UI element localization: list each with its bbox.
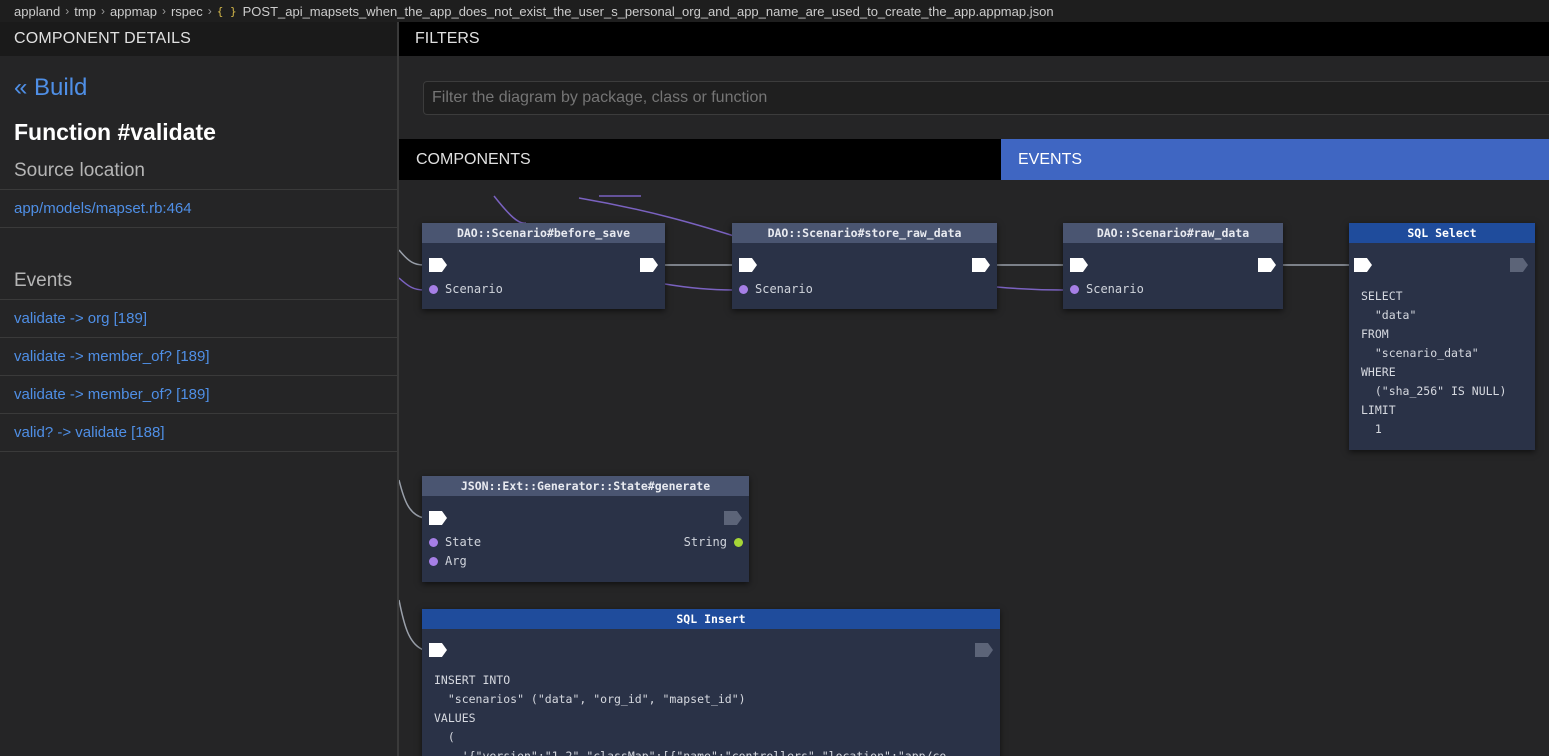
node-title: SQL Insert (422, 609, 1000, 629)
event-item[interactable]: validate -> org [189] (0, 299, 397, 337)
breadcrumb: appland › tmp › appmap › rspec › { } POS… (0, 0, 1549, 22)
node-sql-insert[interactable]: SQL Insert INSERT INTO "scenarios" ("dat… (422, 609, 1000, 756)
node-before-save[interactable]: DAO::Scenario#before_save Scenario (422, 223, 665, 309)
sql-query: INSERT INTO "scenarios" ("data", "org_id… (434, 673, 947, 756)
tab-events[interactable]: EVENTS (1001, 139, 1549, 180)
node-title: SQL Select (1349, 223, 1535, 243)
output-port-icon[interactable] (1510, 258, 1528, 272)
node-store-raw-data[interactable]: DAO::Scenario#store_raw_data Scenario (732, 223, 997, 309)
events-label: Events (14, 270, 73, 291)
breadcrumb-item-rspec[interactable]: rspec (171, 4, 203, 19)
event-item[interactable]: valid? -> validate [188] (0, 413, 397, 452)
chevron-right-icon: › (207, 4, 212, 18)
back-link[interactable]: « Build (14, 74, 397, 102)
breadcrumb-item-tmp[interactable]: tmp (74, 4, 96, 19)
param-row: Scenario (429, 282, 503, 296)
param-dot-icon (429, 556, 438, 566)
node-title: JSON::Ext::Generator::State#generate (422, 476, 749, 496)
source-location-label: Source location (14, 160, 145, 181)
breadcrumb-item-appland[interactable]: appland (14, 4, 60, 19)
param-row: State (429, 535, 481, 549)
node-title: DAO::Scenario#before_save (422, 223, 665, 243)
input-port-icon[interactable] (1070, 258, 1088, 272)
param-dot-icon (429, 284, 438, 294)
json-file-icon: { } (216, 4, 237, 18)
output-port-icon[interactable] (975, 643, 993, 657)
param-dot-icon (1070, 284, 1079, 294)
param-row: Scenario (739, 282, 813, 296)
component-details-panel: COMPONENT DETAILS « Build Function #vali… (0, 22, 399, 756)
node-title: DAO::Scenario#store_raw_data (732, 223, 997, 243)
output-port-icon[interactable] (972, 258, 990, 272)
event-item[interactable]: validate -> member_of? [189] (0, 375, 397, 413)
function-title: Function #validate (14, 119, 216, 145)
filters-header: FILTERS (399, 22, 1549, 56)
output-port-icon[interactable] (640, 258, 658, 272)
param-row: Arg (429, 554, 467, 568)
chevron-right-icon: › (100, 4, 105, 18)
input-port-icon[interactable] (739, 258, 757, 272)
component-details-header: COMPONENT DETAILS (0, 22, 397, 56)
event-item[interactable]: validate -> member_of? [189] (0, 337, 397, 375)
view-tabs: COMPONENTS EVENTS (399, 139, 1549, 180)
output-port-icon[interactable] (724, 511, 742, 525)
return-row: String (684, 535, 743, 549)
input-port-icon[interactable] (429, 643, 447, 657)
node-sql-select[interactable]: SQL Select SELECT "data" FROM "scenario_d… (1349, 223, 1535, 450)
node-raw-data[interactable]: DAO::Scenario#raw_data Scenario (1063, 223, 1283, 309)
chevron-right-icon: › (161, 4, 166, 18)
sql-query: SELECT "data" FROM "scenario_data" WHERE (… (1361, 289, 1507, 436)
source-location-link[interactable]: app/models/mapset.rb:464 (0, 189, 397, 228)
node-title: DAO::Scenario#raw_data (1063, 223, 1283, 243)
param-dot-icon (739, 284, 748, 294)
param-row: Scenario (1070, 282, 1144, 296)
node-generator-generate[interactable]: JSON::Ext::Generator::State#generate Sta… (422, 476, 749, 582)
tab-components[interactable]: COMPONENTS (399, 139, 1001, 180)
input-port-icon[interactable] (1354, 258, 1372, 272)
param-dot-icon (429, 537, 438, 547)
filter-input[interactable] (423, 81, 1549, 115)
input-port-icon[interactable] (429, 511, 447, 525)
return-dot-icon (734, 537, 743, 547)
input-port-icon[interactable] (429, 258, 447, 272)
chevron-right-icon: › (65, 4, 70, 18)
diagram-panel: FILTERS COMPONENTS EVENTS DAO::Scenario#… (399, 22, 1549, 756)
breadcrumb-file[interactable]: POST_api_mapsets_when_the_app_does_not_e… (243, 4, 1054, 19)
output-port-icon[interactable] (1258, 258, 1276, 272)
breadcrumb-item-appmap[interactable]: appmap (110, 4, 157, 19)
events-diagram[interactable]: DAO::Scenario#before_save Scenario DAO::… (399, 180, 1549, 756)
